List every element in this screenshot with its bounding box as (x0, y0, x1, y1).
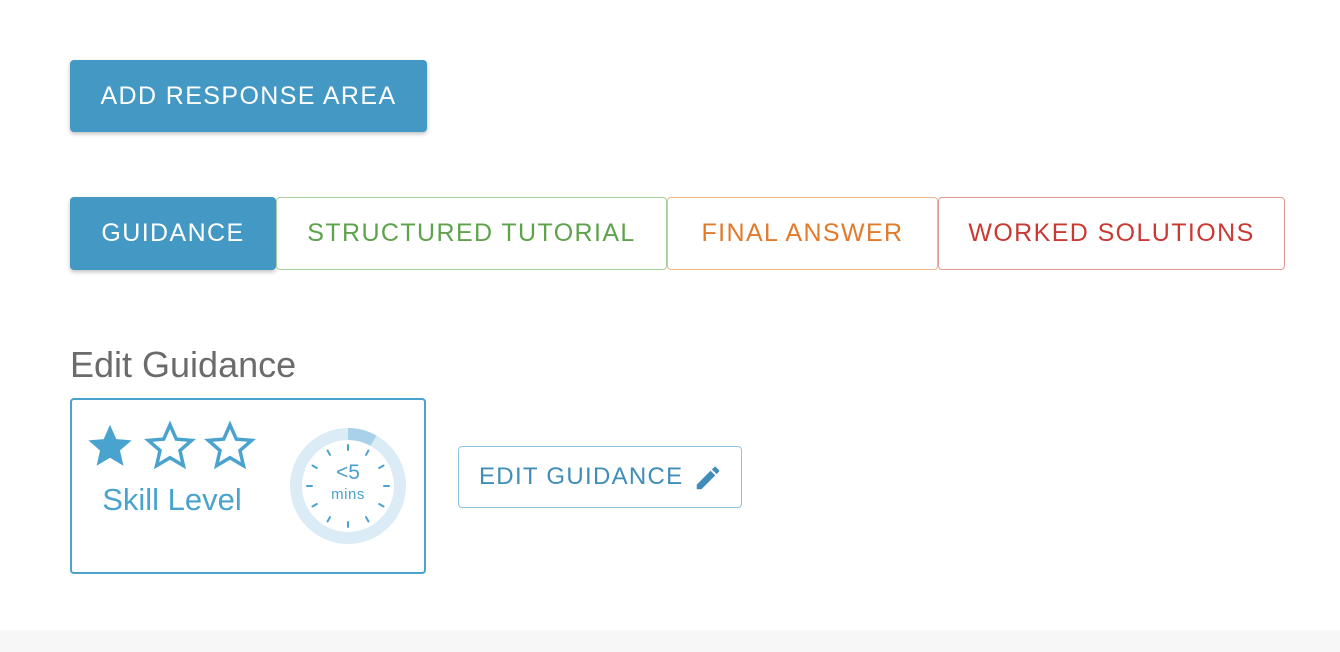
section-title: Edit Guidance (70, 344, 297, 385)
star-filled-icon (88, 424, 132, 466)
add-response-area-button[interactable]: ADD RESPONSE AREA (70, 60, 427, 132)
timer-tick (365, 516, 370, 523)
timer-tick (311, 503, 318, 508)
pencil-icon (696, 466, 720, 490)
skill-level-stars (84, 420, 264, 472)
edit-guidance-button[interactable]: EDIT GUIDANCE (458, 446, 742, 508)
page-footer-band (0, 630, 1340, 652)
timer-tick (326, 516, 331, 523)
timer-tick (378, 503, 385, 508)
time-estimate-text: <5 mins (286, 462, 410, 502)
tab-worked-solutions[interactable]: WORKED SOLUTIONS (938, 197, 1285, 270)
star-empty-icon (144, 420, 196, 470)
tab-guidance[interactable]: GUIDANCE (70, 197, 276, 270)
timer-tick (365, 449, 370, 456)
star-empty-icon (204, 420, 256, 470)
tab-final-answer[interactable]: FINAL ANSWER (667, 197, 938, 270)
skill-level-label: Skill Level (102, 482, 242, 517)
edit-guidance-label: EDIT GUIDANCE (479, 463, 684, 490)
timer-tick (326, 449, 331, 456)
guidance-summary-card: Skill Level <5 mins (70, 398, 426, 574)
time-value: <5 (336, 461, 360, 484)
time-unit: mins (331, 486, 365, 503)
tab-structured-tutorial[interactable]: STRUCTURED TUTORIAL (276, 197, 667, 270)
time-estimate: <5 mins (286, 424, 410, 548)
